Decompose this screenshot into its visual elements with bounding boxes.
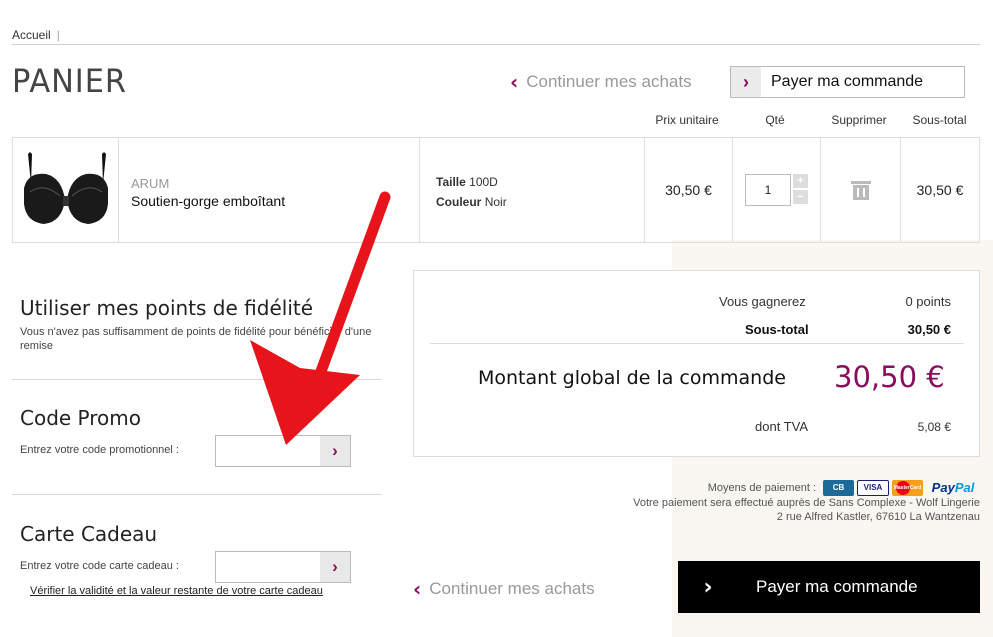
summary-subtotal-label: Sous-total: [745, 322, 809, 337]
chevron-right-icon: ›: [703, 574, 713, 600]
payment-methods-label: Moyens de paiement :: [707, 482, 816, 494]
chevron-right-icon: ›: [332, 441, 338, 460]
product-name[interactable]: Soutien-gorge emboîtant: [131, 193, 419, 209]
breadcrumb-divider: [12, 44, 980, 45]
quantity-input[interactable]: 1: [745, 174, 791, 206]
size-label: Taille: [436, 175, 466, 189]
continue-shopping-link-bottom[interactable]: ‹ Continuer mes achats: [413, 577, 595, 601]
gift-card-field: ›: [215, 551, 351, 583]
section-divider: [12, 494, 382, 495]
visa-card-icon: VISA: [857, 480, 889, 496]
bra-product-image: [23, 152, 108, 224]
quantity-plus-button[interactable]: +: [793, 174, 808, 188]
size-value: 100D: [469, 175, 498, 189]
quantity-cell: 1 + −: [733, 138, 821, 242]
summary-divider: [430, 343, 964, 344]
color-value: Noir: [484, 195, 507, 209]
promo-title: Code Promo: [20, 406, 142, 430]
payment-address-line: 2 rue Alfred Kastler, 67610 La Wantzenau: [776, 511, 980, 523]
checkout-button-top[interactable]: › Payer ma commande: [730, 66, 965, 98]
cart-item-row: ARUM Soutien-gorge emboîtant Taille 100D…: [12, 137, 980, 243]
color-label: Couleur: [436, 195, 482, 209]
section-divider: [12, 379, 382, 380]
gift-card-input[interactable]: [216, 552, 320, 582]
chevron-right-icon: ›: [731, 67, 761, 97]
payment-merchant-line: Votre paiement sera effectué auprès de S…: [633, 497, 980, 509]
quantity-minus-button[interactable]: −: [793, 190, 808, 204]
product-info: ARUM Soutien-gorge emboîtant: [119, 138, 420, 242]
vat-label: dont TVA: [755, 419, 808, 434]
promo-label: Entrez votre code promotionnel :: [20, 444, 179, 456]
chevron-right-icon: ›: [332, 557, 338, 576]
chevron-left-icon: ‹: [510, 70, 519, 94]
gift-card-label: Entrez votre code carte cadeau :: [20, 560, 179, 572]
column-header-subtotal: Sous-total: [912, 113, 967, 127]
trash-icon[interactable]: [850, 180, 871, 200]
column-header-delete: Supprimer: [831, 113, 887, 127]
delete-cell: [821, 138, 901, 242]
loyalty-description: Vous n'avez pas suffisamment de points d…: [20, 326, 372, 352]
column-header-unit-price: Prix unitaire: [655, 113, 719, 127]
checkout-button-bottom[interactable]: › Payer ma commande: [678, 561, 980, 613]
unit-price: 30,50 €: [645, 138, 733, 242]
vat-value: 5,08 €: [917, 420, 951, 434]
order-total-label: Montant global de la commande: [478, 367, 786, 389]
promo-field: ›: [215, 435, 351, 467]
promo-input[interactable]: [216, 436, 320, 466]
checkout-label: Payer ma commande: [756, 577, 918, 596]
promo-submit-button[interactable]: ›: [320, 436, 350, 466]
gift-card-submit-button[interactable]: ›: [320, 552, 350, 582]
loyalty-title: Utiliser mes points de fidélité: [20, 296, 314, 320]
column-header-qty: Qté: [765, 113, 785, 127]
breadcrumb-home-link[interactable]: Accueil: [12, 28, 51, 42]
breadcrumb-separator: |: [56, 28, 60, 42]
continue-shopping-link-top[interactable]: ‹ Continuer mes achats: [510, 70, 692, 94]
mastercard-icon: MasterCard: [892, 480, 923, 496]
gift-card-check-link[interactable]: Vérifier la validité et la valeur restan…: [30, 585, 323, 597]
cb-card-icon: CB: [823, 480, 854, 496]
order-summary: Vous gagnerez 0 points Sous-total 30,50 …: [413, 270, 980, 457]
breadcrumb: Accueil |: [12, 28, 60, 42]
earn-points-value: 0 points: [905, 294, 951, 309]
gift-card-title: Carte Cadeau: [20, 522, 158, 546]
line-subtotal: 30,50 €: [916, 182, 964, 198]
checkout-label: Payer ma commande: [771, 73, 924, 90]
quantity-stepper: 1 + −: [745, 174, 808, 206]
earn-points-label: Vous gagnerez: [719, 294, 806, 309]
product-brand: ARUM: [131, 176, 170, 191]
product-attributes: Taille 100D Couleur Noir: [420, 138, 645, 242]
continue-shopping-label: Continuer mes achats: [526, 72, 692, 91]
order-total-value: 30,50 €: [834, 360, 945, 394]
product-image[interactable]: [13, 138, 119, 242]
page-title: PANIER: [12, 62, 127, 100]
summary-subtotal-value: 30,50 €: [907, 322, 951, 337]
payment-info: Moyens de paiement : CB VISA MasterCard …: [633, 480, 980, 524]
continue-shopping-label: Continuer mes achats: [429, 579, 595, 598]
paypal-icon: Pay Pal: [931, 480, 975, 495]
chevron-left-icon: ‹: [413, 577, 422, 601]
